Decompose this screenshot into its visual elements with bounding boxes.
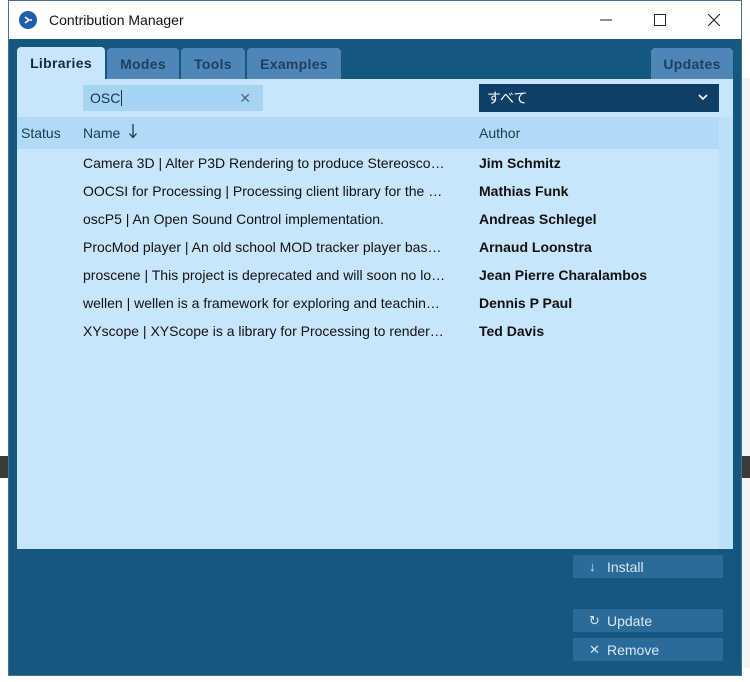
library-author: Jean Pierre Charalambos <box>479 267 648 283</box>
table-row[interactable]: XYscope | XYScope is a library for Proce… <box>17 317 719 345</box>
tab-libraries[interactable]: Libraries <box>17 47 105 79</box>
close-button[interactable] <box>691 1 737 39</box>
table-row[interactable]: wellen | wellen is a framework for explo… <box>17 289 719 317</box>
search-input[interactable]: OSC ✕ <box>83 85 263 111</box>
table-row[interactable]: OOCSI for Processing | Processing client… <box>17 177 719 205</box>
processing-app-icon <box>19 11 37 29</box>
minimize-button[interactable] <box>583 1 629 39</box>
maximize-button[interactable] <box>637 1 683 39</box>
column-author[interactable]: Author <box>479 125 520 141</box>
library-name: wellen | wellen is a framework for explo… <box>83 295 447 311</box>
library-name: proscene | This project is deprecated an… <box>83 267 447 283</box>
column-name[interactable]: Name <box>83 125 120 141</box>
category-selected: すべて <box>487 90 528 106</box>
remove-label: Remove <box>607 641 660 658</box>
column-status[interactable]: Status <box>21 125 61 141</box>
library-author: Mathias Funk <box>479 183 569 199</box>
tab-examples[interactable]: Examples <box>247 48 341 79</box>
library-list: Camera 3D | Alter P3D Rendering to produ… <box>17 149 719 345</box>
background-toolbar-fragment <box>742 456 750 478</box>
download-arrow-icon: ↓ <box>589 559 596 574</box>
table-row[interactable]: proscene | This project is deprecated an… <box>17 261 719 289</box>
vertical-scrollbar[interactable] <box>719 117 733 549</box>
tab-updates[interactable]: Updates <box>651 48 733 79</box>
table-row[interactable]: Camera 3D | Alter P3D Rendering to produ… <box>17 149 719 177</box>
update-label: Update <box>607 612 653 629</box>
install-button[interactable]: ↓ Install <box>573 555 723 578</box>
library-author: Arnaud Loonstra <box>479 239 592 255</box>
remove-x-icon: ✕ <box>589 641 600 657</box>
background-window-edge <box>741 78 750 668</box>
remove-button[interactable]: ✕ Remove <box>573 638 723 661</box>
title-bar: Contribution Manager <box>9 1 741 39</box>
library-name: ProcMod player | An old school MOD track… <box>83 239 447 255</box>
text-caret <box>121 90 123 106</box>
window-title: Contribution Manager <box>49 12 184 28</box>
contribution-manager-window: Contribution Manager Libraries Modes Too… <box>8 0 742 676</box>
table-row[interactable]: ProcMod player | An old school MOD track… <box>17 233 719 261</box>
refresh-icon: ↻ <box>589 612 600 628</box>
tab-tools[interactable]: Tools <box>181 48 245 79</box>
clear-search-icon[interactable]: ✕ <box>239 90 251 107</box>
table-header: Status Name Author <box>17 117 719 149</box>
library-name: oscP5 | An Open Sound Control implementa… <box>83 211 384 227</box>
library-author: Ted Davis <box>479 323 545 339</box>
install-label: Install <box>607 558 644 575</box>
tab-modes[interactable]: Modes <box>107 48 179 79</box>
tab-bar: Libraries Modes Tools Examples Updates <box>17 47 733 79</box>
update-button[interactable]: ↻ Update <box>573 609 723 632</box>
library-name: OOCSI for Processing | Processing client… <box>83 183 447 199</box>
library-author: Dennis P Paul <box>479 295 573 311</box>
library-name: Camera 3D | Alter P3D Rendering to produ… <box>83 155 447 171</box>
libraries-panel: OSC ✕ すべて Status Name Author Camera 3D |… <box>17 79 733 549</box>
background-toolbar-fragment <box>0 456 8 478</box>
action-panel: ↓ Install ↻ Update ✕ Remove <box>17 549 733 667</box>
library-author: Andreas Schlegel <box>479 211 597 227</box>
chevron-down-icon <box>697 90 709 106</box>
library-name: XYscope | XYScope is a library for Proce… <box>83 323 444 339</box>
table-row[interactable]: oscP5 | An Open Sound Control implementa… <box>17 205 719 233</box>
sort-descending-icon <box>127 122 139 143</box>
search-value: OSC <box>90 90 121 106</box>
library-author: Jim Schmitz <box>479 155 561 171</box>
category-dropdown[interactable]: すべて <box>479 84 719 112</box>
